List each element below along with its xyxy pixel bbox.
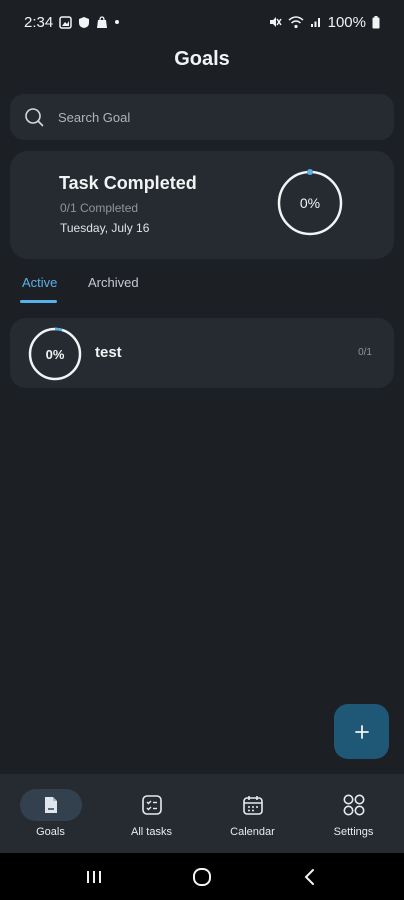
plus-icon [354, 724, 370, 740]
nav-label-goals: Goals [36, 826, 65, 838]
back-chevron-icon [303, 868, 317, 886]
nav-label-all-tasks: All tasks [131, 826, 172, 838]
bottom-navigation: Goals All tasks Calendar Settings [0, 774, 404, 853]
grid-settings-icon [341, 792, 367, 818]
goals-icon [38, 792, 64, 818]
battery-icon [372, 15, 380, 29]
gallery-notification-icon [59, 15, 72, 29]
bag-notification-icon [96, 15, 108, 29]
goal-tabs: Active Archived [0, 272, 404, 306]
mute-icon [268, 15, 282, 29]
search-input[interactable] [58, 109, 338, 125]
wifi-icon [288, 15, 304, 29]
summary-progress-ring: 0% [276, 169, 344, 237]
search-icon [24, 107, 44, 127]
summary-date: Tuesday, July 16 [60, 221, 150, 235]
status-left: 2:34 [24, 14, 120, 31]
battery-percent: 100% [327, 13, 366, 31]
status-right: 100% [268, 14, 380, 31]
recent-apps-button[interactable] [70, 857, 118, 897]
goal-list-item[interactable]: 0% test 0/1 [10, 318, 394, 388]
tab-active[interactable]: Active [22, 275, 57, 290]
nav-label-settings: Settings [333, 826, 374, 838]
goal-progress-ring: 0% [28, 327, 82, 381]
goal-percent: 0% [45, 346, 65, 362]
signal-icon [310, 16, 322, 28]
page-title: Goals [174, 48, 230, 70]
tab-archived[interactable]: Archived [88, 275, 139, 290]
add-goal-button[interactable] [334, 704, 389, 759]
home-circle-icon [192, 867, 212, 887]
summary-percent: 0% [299, 195, 321, 211]
back-button[interactable] [286, 857, 334, 897]
calendar-icon [240, 792, 266, 818]
nav-item-goals[interactable]: Goals [0, 774, 101, 853]
home-button[interactable] [178, 857, 226, 897]
nav-label-calendar: Calendar [230, 826, 275, 838]
nav-item-all-tasks[interactable]: All tasks [101, 774, 202, 853]
summary-card: Task Completed 0/1 Completed Tuesday, Ju… [10, 151, 394, 259]
nav-item-settings[interactable]: Settings [303, 774, 404, 853]
status-bar: 2:34 100% [0, 0, 404, 44]
recent-apps-icon [85, 869, 103, 885]
dot-notification-icon [114, 19, 120, 25]
goal-name: test [95, 344, 122, 361]
summary-count: 0/1 Completed [60, 201, 139, 215]
nav-item-calendar[interactable]: Calendar [202, 774, 303, 853]
search-bar[interactable] [10, 94, 394, 140]
goal-progress-count: 0/1 [358, 347, 372, 358]
tasks-checklist-icon [139, 792, 165, 818]
status-time: 2:34 [24, 13, 54, 31]
summary-title: Task Completed [59, 173, 197, 193]
tab-active-indicator [20, 300, 57, 303]
shield-notification-icon [78, 16, 90, 29]
system-navigation-bar [0, 853, 404, 900]
